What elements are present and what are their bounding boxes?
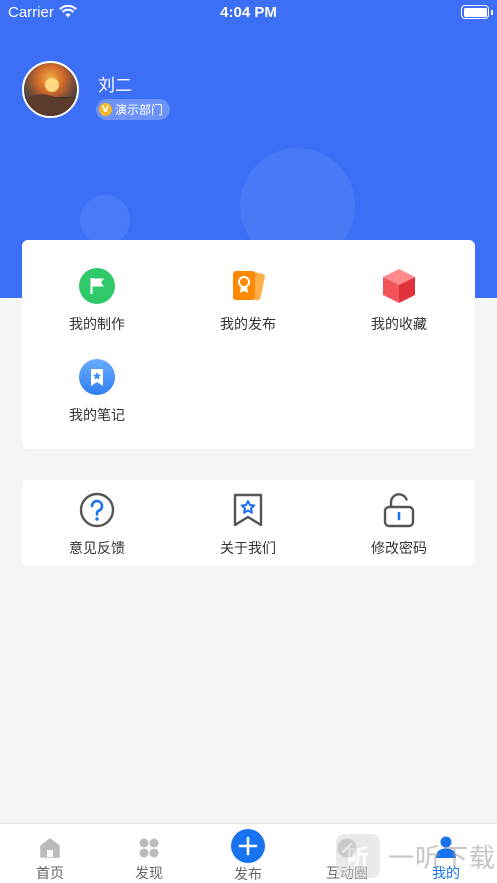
home-icon	[39, 831, 61, 859]
feature-my-favorites[interactable]: 我的收藏	[324, 267, 474, 334]
feature-my-notes[interactable]: 我的笔记	[22, 358, 172, 425]
unlock-icon	[380, 491, 418, 529]
tab-publish[interactable]: 发布	[208, 824, 288, 883]
setting-change-password[interactable]: 修改密码	[324, 491, 474, 558]
feature-label: 我的制作	[69, 317, 125, 333]
bookmark-note-icon	[78, 358, 116, 396]
plus-circle-icon	[231, 829, 265, 863]
feature-card: 我的制作 我的发布 我的收藏 我的笔记	[22, 240, 475, 449]
tab-label: 发布	[234, 867, 262, 883]
battery-icon	[461, 5, 489, 19]
feature-label: 我的发布	[220, 317, 276, 333]
cube-icon	[380, 267, 418, 305]
watermark: 听 一听下载	[336, 832, 497, 880]
feature-my-works[interactable]: 我的制作	[22, 267, 172, 334]
star-bookmark-icon	[229, 491, 267, 529]
avatar[interactable]	[22, 61, 79, 118]
feature-label: 我的笔记	[69, 408, 125, 424]
tab-discover[interactable]: 发现	[109, 824, 189, 883]
setting-label: 修改密码	[371, 541, 427, 557]
setting-label: 关于我们	[220, 541, 276, 557]
verified-icon: V	[99, 103, 112, 116]
publish-cards-icon	[229, 267, 267, 305]
watermark-logo: 听	[336, 834, 380, 878]
flag-icon	[78, 267, 116, 305]
clock: 4:04 PM	[220, 4, 277, 21]
setting-about-us[interactable]: 关于我们	[173, 491, 323, 558]
setting-label: 意见反馈	[69, 541, 125, 557]
feature-label: 我的收藏	[371, 317, 427, 333]
feature-my-publish[interactable]: 我的发布	[173, 267, 323, 334]
department-badge: V 演示部门	[96, 99, 171, 120]
setting-feedback[interactable]: 意见反馈	[22, 491, 172, 558]
status-bar: Carrier 4:04 PM	[0, 0, 497, 26]
tab-label: 发现	[135, 866, 163, 882]
header-decoration-circle-small	[80, 195, 130, 245]
discover-icon	[138, 831, 160, 859]
username: 刘二	[98, 76, 132, 96]
settings-card: 意见反馈 关于我们 修改密码	[22, 480, 475, 566]
tab-home[interactable]: 首页	[10, 824, 90, 883]
department-label: 演示部门	[115, 103, 164, 117]
tab-label: 首页	[36, 866, 64, 882]
watermark-text: 一听下载	[388, 843, 497, 874]
question-circle-icon	[78, 491, 116, 529]
